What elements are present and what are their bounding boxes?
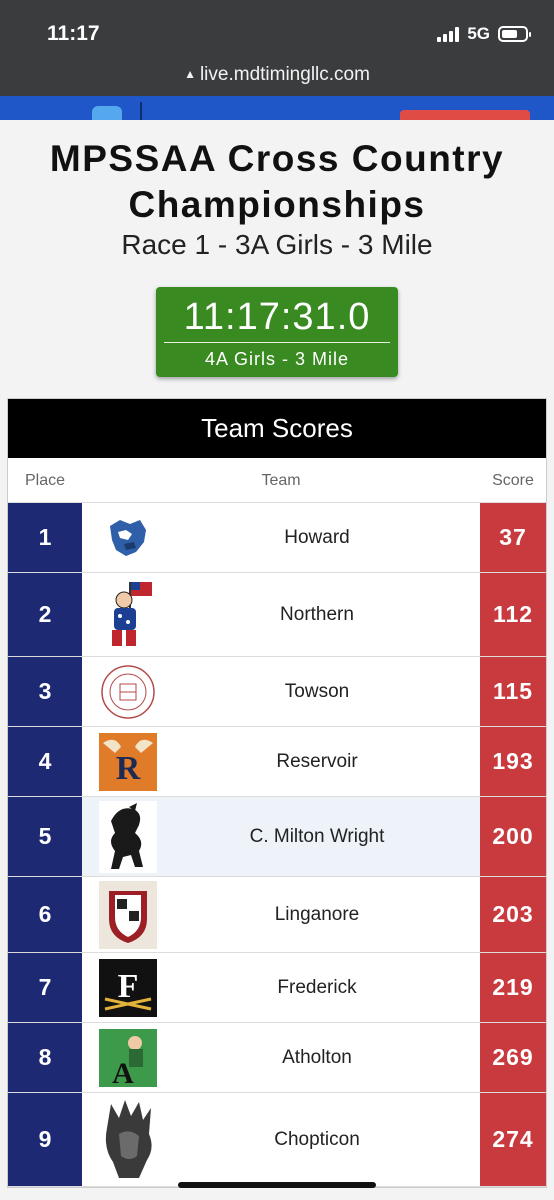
place-cell: 4 bbox=[8, 727, 82, 796]
score-cell: 274 bbox=[480, 1093, 546, 1186]
score-cell: 115 bbox=[480, 657, 546, 726]
header-button[interactable] bbox=[400, 110, 530, 120]
svg-text:F: F bbox=[118, 968, 139, 1005]
title-line-2: Championships bbox=[128, 184, 426, 225]
linganore-crest-logo-icon bbox=[82, 877, 174, 952]
column-header-score[interactable]: Score bbox=[480, 458, 546, 502]
place-cell: 3 bbox=[8, 657, 82, 726]
column-header-team[interactable]: Team bbox=[82, 458, 480, 502]
table-row[interactable]: 1 Howard 37 bbox=[8, 503, 546, 573]
score-cell: 193 bbox=[480, 727, 546, 796]
column-headers: Place Team Score bbox=[8, 458, 546, 503]
team-name: C. Milton Wright bbox=[249, 825, 385, 847]
site-header bbox=[0, 96, 554, 120]
team-name: Towson bbox=[284, 680, 350, 702]
title-line-1: MPSSAA Cross Country bbox=[49, 138, 505, 179]
table-row[interactable]: 2 Northern 112 bbox=[8, 573, 546, 657]
howard-lion-logo-icon bbox=[82, 503, 174, 572]
page-title: MPSSAA Cross Country Championships bbox=[0, 136, 554, 228]
place-cell: 2 bbox=[8, 573, 82, 656]
team-name: Northern bbox=[280, 603, 354, 625]
score-cell: 200 bbox=[480, 797, 546, 876]
frederick-f-logo-icon: F bbox=[82, 953, 174, 1022]
clock-time: 11:17:31.0 bbox=[183, 296, 371, 338]
team-name: Chopticon bbox=[274, 1128, 360, 1150]
browser-chrome: 11:17 5G ▲ live.mdtimingllc.com bbox=[0, 0, 554, 96]
mustang-logo-icon bbox=[82, 797, 174, 876]
team-scores-table: Team Scores Place Team Score 1 Howard 37… bbox=[7, 398, 547, 1188]
clock-race-name: 4A Girls - 3 Mile bbox=[204, 349, 350, 369]
score-cell: 203 bbox=[480, 877, 546, 952]
table-row[interactable]: 6 Linganore 203 bbox=[8, 877, 546, 953]
svg-text:A: A bbox=[112, 1057, 134, 1087]
site-logo[interactable] bbox=[92, 106, 122, 120]
header-divider bbox=[140, 102, 142, 120]
team-name: Linganore bbox=[274, 903, 360, 925]
team-name: Reservoir bbox=[276, 750, 358, 772]
place-cell: 7 bbox=[8, 953, 82, 1022]
svg-text:R: R bbox=[116, 750, 141, 787]
chopticon-chief-logo-icon bbox=[82, 1093, 174, 1186]
status-time: 11:17 bbox=[47, 22, 100, 45]
score-cell: 219 bbox=[480, 953, 546, 1022]
table-row[interactable]: 4 R Reservoir 193 bbox=[8, 727, 546, 797]
towson-seal-logo-icon bbox=[82, 657, 174, 726]
signal-icon bbox=[437, 26, 460, 42]
atholton-raider-logo-icon: A bbox=[82, 1023, 174, 1092]
lock-icon: ▲ bbox=[184, 67, 196, 81]
table-row[interactable]: 5 C. Milton Wright 200 bbox=[8, 797, 546, 877]
place-cell: 8 bbox=[8, 1023, 82, 1092]
table-title: Team Scores bbox=[8, 399, 546, 458]
table-row[interactable]: 8 A Atholton 269 bbox=[8, 1023, 546, 1093]
status-icons: 5G bbox=[437, 24, 531, 44]
place-cell: 9 bbox=[8, 1093, 82, 1186]
table-row[interactable]: 3 Towson 115 bbox=[8, 657, 546, 727]
clock-divider bbox=[164, 342, 390, 343]
race-clock: 11:17:31.0 4A Girls - 3 Mile bbox=[156, 287, 398, 377]
reservoir-r-logo-icon: R bbox=[82, 727, 174, 796]
battery-icon bbox=[498, 26, 531, 42]
team-name: Frederick bbox=[277, 976, 357, 998]
race-subtitle: Race 1 - 3A Girls - 3 Mile bbox=[121, 229, 433, 260]
place-cell: 1 bbox=[8, 503, 82, 572]
team-name: Howard bbox=[284, 526, 350, 548]
url-text: live.mdtimingllc.com bbox=[199, 64, 370, 85]
place-cell: 5 bbox=[8, 797, 82, 876]
home-indicator[interactable] bbox=[178, 1182, 376, 1188]
network-type: 5G bbox=[467, 24, 490, 43]
table-row[interactable]: 7 F Frederick 219 bbox=[8, 953, 546, 1023]
northern-patriot-logo-icon bbox=[82, 573, 174, 656]
score-cell: 37 bbox=[480, 503, 546, 572]
score-cell: 269 bbox=[480, 1023, 546, 1092]
team-name: Atholton bbox=[282, 1046, 352, 1068]
score-cell: 112 bbox=[480, 573, 546, 656]
url-bar[interactable]: ▲ live.mdtimingllc.com bbox=[0, 64, 554, 86]
column-header-place[interactable]: Place bbox=[8, 458, 82, 502]
table-row[interactable]: 9 Chopticon 274 bbox=[8, 1093, 546, 1187]
place-cell: 6 bbox=[8, 877, 82, 952]
